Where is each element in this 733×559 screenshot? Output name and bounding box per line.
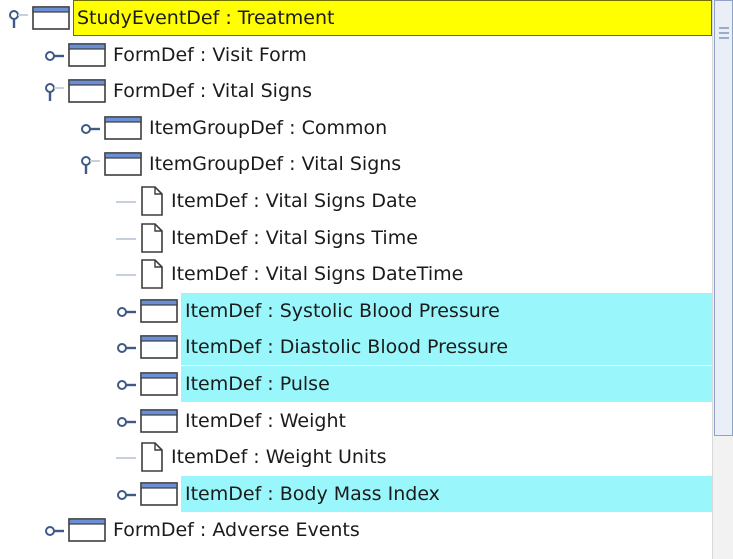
- folder-icon: [140, 409, 178, 433]
- tree-node-label: ItemDef : Weight Units: [171, 446, 387, 468]
- vertical-scrollbar[interactable]: [712, 0, 733, 559]
- tree-node[interactable]: ItemDef : Body Mass Index: [0, 476, 712, 512]
- expanded-handle-icon[interactable]: [44, 82, 64, 102]
- folder-icon: [140, 299, 178, 323]
- folder-icon: [140, 372, 178, 396]
- tree-node[interactable]: ItemGroupDef : Common: [0, 110, 712, 146]
- tree-node[interactable]: ItemDef : Diastolic Blood Pressure: [0, 329, 712, 365]
- tree-line-icon: [116, 265, 136, 285]
- folder-icon: [32, 6, 70, 30]
- collapsed-handle-icon[interactable]: [80, 119, 100, 139]
- tree-node-label: ItemDef : Vital Signs DateTime: [171, 263, 464, 285]
- collapsed-handle-icon[interactable]: [44, 521, 64, 541]
- document-icon: [140, 186, 164, 216]
- tree-node-label: FormDef : Adverse Events: [113, 519, 360, 541]
- document-icon: [140, 259, 164, 289]
- tree-node[interactable]: ItemDef : Weight Units: [0, 439, 712, 475]
- folder-icon: [68, 43, 106, 67]
- folder-icon: [68, 518, 106, 542]
- scrollbar-grip-icon: [719, 27, 729, 42]
- folder-icon: [104, 152, 142, 176]
- tree-node[interactable]: FormDef : Visit Form: [0, 37, 712, 73]
- tree-node[interactable]: ItemDef : Vital Signs Time: [0, 220, 712, 256]
- tree-node[interactable]: FormDef : Adverse Events: [0, 512, 712, 548]
- tree-line-icon: [116, 229, 136, 249]
- tree-node[interactable]: ItemDef : Systolic Blood Pressure: [0, 293, 712, 329]
- tree-node-label: ItemDef : Pulse: [185, 373, 330, 395]
- tree-node-label: ItemGroupDef : Vital Signs: [149, 153, 402, 175]
- tree-node-label: ItemDef : Systolic Blood Pressure: [185, 300, 500, 322]
- scrollbar-thumb[interactable]: [714, 0, 733, 436]
- tree-node-label: FormDef : Vital Signs: [113, 80, 312, 102]
- collapsed-handle-icon[interactable]: [116, 302, 136, 322]
- collapsed-handle-icon[interactable]: [116, 485, 136, 505]
- tree-node-label: ItemGroupDef : Common: [149, 117, 388, 139]
- tree-view[interactable]: StudyEventDef : Treatment FormDef : Visit…: [0, 0, 712, 559]
- expanded-handle-icon[interactable]: [8, 9, 28, 29]
- folder-icon: [104, 116, 142, 140]
- document-icon: [140, 442, 164, 472]
- expanded-handle-icon[interactable]: [80, 155, 100, 175]
- tree-node-label: StudyEventDef : Treatment: [77, 7, 335, 29]
- folder-icon: [68, 79, 106, 103]
- tree-line-icon: [116, 448, 136, 468]
- collapsed-handle-icon[interactable]: [116, 338, 136, 358]
- tree-node-label: FormDef : Visit Form: [113, 44, 307, 66]
- folder-icon: [140, 482, 178, 506]
- tree-node-label: ItemDef : Body Mass Index: [185, 483, 440, 505]
- tree-node-label: ItemDef : Diastolic Blood Pressure: [185, 336, 509, 358]
- tree-node[interactable]: ItemDef : Weight: [0, 403, 712, 439]
- tree-node-label: ItemDef : Vital Signs Time: [171, 227, 418, 249]
- tree-node[interactable]: ItemDef : Vital Signs Date: [0, 183, 712, 219]
- document-icon: [140, 223, 164, 253]
- tree-line-icon: [116, 192, 136, 212]
- tree-node[interactable]: FormDef : Vital Signs: [0, 73, 712, 109]
- collapsed-handle-icon[interactable]: [44, 46, 64, 66]
- tree-node-label: ItemDef : Weight: [185, 410, 346, 432]
- collapsed-handle-icon[interactable]: [116, 412, 136, 432]
- tree-node[interactable]: StudyEventDef : Treatment: [0, 0, 712, 36]
- tree-node[interactable]: ItemGroupDef : Vital Signs: [0, 146, 712, 182]
- tree-node[interactable]: ItemDef : Pulse: [0, 366, 712, 402]
- tree-node-label: ItemDef : Vital Signs Date: [171, 190, 417, 212]
- tree-node[interactable]: ItemDef : Vital Signs DateTime: [0, 256, 712, 292]
- folder-icon: [140, 335, 178, 359]
- collapsed-handle-icon[interactable]: [116, 375, 136, 395]
